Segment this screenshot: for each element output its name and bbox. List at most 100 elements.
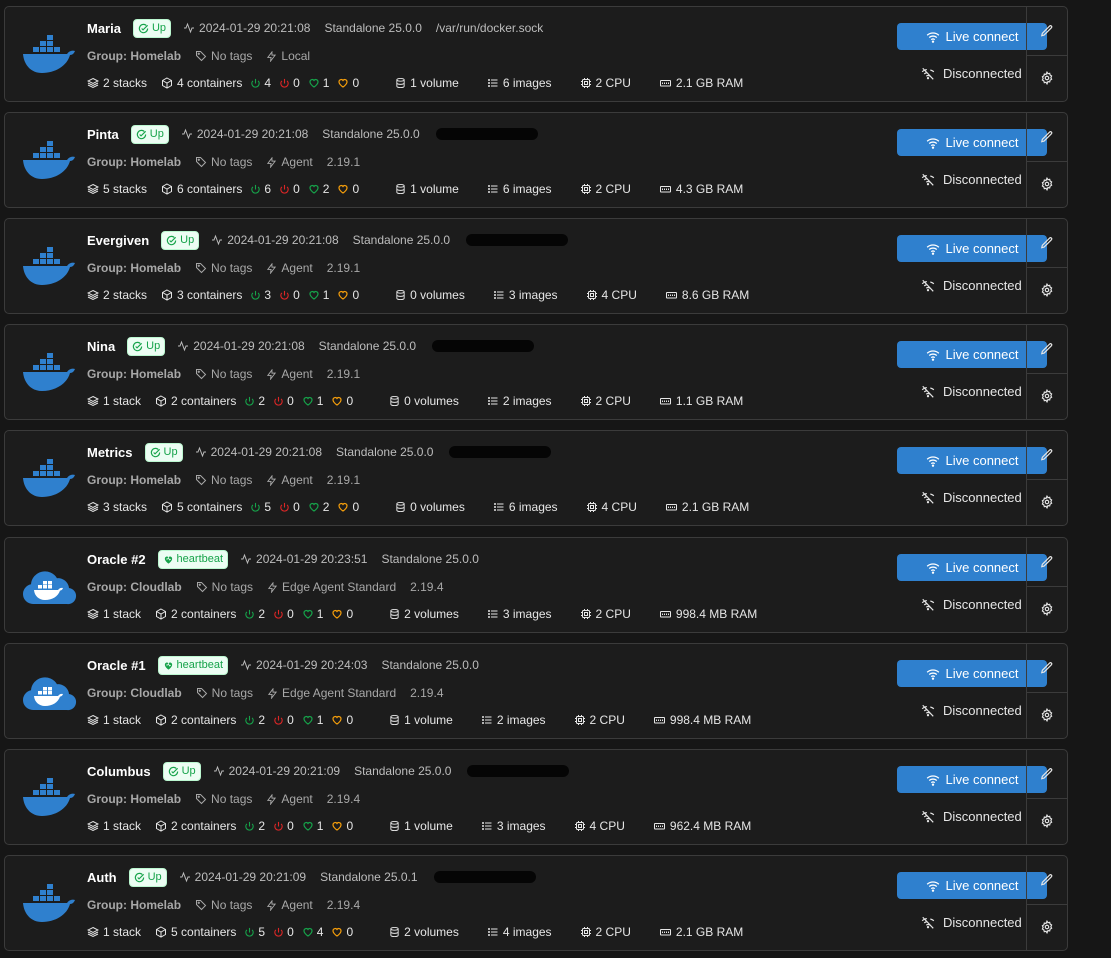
unhealthy-count: 0 [331,819,353,833]
gear-icon [1040,495,1054,509]
bolt-icon [266,156,277,168]
volumes-count: 0 volumes [395,288,465,302]
healthy-count: 2 [308,182,329,196]
activity-icon [183,22,195,34]
heartbeat-icon [163,660,174,671]
edit-button[interactable] [1027,431,1067,480]
heart-healthy-icon [302,714,314,726]
images-count: 2 images [481,713,546,727]
settings-button[interactable] [1027,267,1067,313]
cpu-count: 4 CPU [586,500,637,514]
tag-icon [195,262,207,274]
containers-count: 2 containers [155,607,236,621]
wifi-off-icon [921,810,935,823]
stopped-count: 0 [273,607,294,621]
edit-button[interactable] [1027,750,1067,799]
heart-unhealthy-icon [331,926,343,938]
settings-button[interactable] [1027,904,1067,950]
settings-button[interactable] [1027,161,1067,207]
healthy-count: 1 [302,713,323,727]
environment-type: Standalone 25.0.0 [354,764,452,778]
edit-button[interactable] [1027,325,1067,374]
connection-status: Disconnected [921,595,1022,613]
settings-button[interactable] [1027,373,1067,419]
environment-card[interactable]: Oracle #2 heartbeat 2024-01-29 20:23:51 … [4,537,1068,633]
environment-card[interactable]: Pinta Up 2024-01-29 20:21:08 Standalone … [4,112,1068,208]
live-connect-button[interactable]: Live connect [897,872,1047,899]
heart-healthy-icon [302,926,314,938]
card-actions [1026,325,1067,419]
list-icon [487,608,499,620]
environment-details: Group: Homelab No tags Agent 2.19.1 [87,259,374,277]
settings-button[interactable] [1027,586,1067,632]
environment-card[interactable]: Oracle #1 heartbeat 2024-01-29 20:24:03 … [4,643,1068,739]
live-connect-button[interactable]: Live connect [897,766,1047,793]
live-connect-button[interactable]: Live connect [897,129,1047,156]
volumes-count: 2 volumes [389,925,459,939]
agent-type: Agent [266,261,313,275]
power-off-icon [273,821,284,832]
activity-icon [240,553,252,565]
layers-icon [87,289,99,301]
environment-header: Columbus Up 2024-01-29 20:21:09 Standalo… [87,760,570,782]
environment-card[interactable]: Maria Up 2024-01-29 20:21:08 Standalone … [4,6,1068,102]
wifi-icon [926,137,940,149]
heart-unhealthy-icon [331,820,343,832]
box-icon [161,183,173,195]
agent-type: Local [266,49,310,63]
edit-button[interactable] [1027,219,1067,268]
edit-button[interactable] [1027,7,1067,56]
live-connect-button[interactable]: Live connect [897,447,1047,474]
running-count: 4 [250,76,271,90]
power-icon [244,396,255,407]
environment-group: Group: Homelab [87,155,182,169]
agent-version: 2.19.1 [326,473,361,487]
edit-button[interactable] [1027,113,1067,162]
live-connect-button[interactable]: Live connect [897,554,1047,581]
environment-tags: No tags [195,261,252,275]
live-connect-button[interactable]: Live connect [897,235,1047,262]
edit-button[interactable] [1027,538,1067,587]
live-connect-button[interactable]: Live connect [897,23,1047,50]
memory-icon [665,501,678,513]
memory-icon [659,926,672,938]
agent-type: Edge Agent Standard [267,686,396,700]
wifi-off-icon [921,916,935,929]
settings-button[interactable] [1027,55,1067,101]
redacted-url [449,446,552,458]
power-off-icon [273,609,284,620]
settings-button[interactable] [1027,798,1067,844]
environment-group: Group: Cloudlab [87,580,182,594]
wifi-icon [926,243,940,255]
agent-version: 2.19.4 [410,686,444,700]
environment-group: Group: Homelab [87,261,182,275]
edit-button[interactable] [1027,644,1067,693]
power-icon [244,609,255,620]
live-connect-button[interactable]: Live connect [897,660,1047,687]
database-icon [389,820,400,832]
volumes-count: 1 volume [389,713,453,727]
running-count: 2 [244,819,265,833]
environment-card[interactable]: Evergiven Up 2024-01-29 20:21:08 Standal… [4,218,1068,314]
database-icon [395,289,406,301]
edit-button[interactable] [1027,856,1067,905]
bolt-icon [266,368,277,380]
environment-card[interactable]: Metrics Up 2024-01-29 20:21:08 Standalon… [4,430,1068,526]
environment-card[interactable]: Columbus Up 2024-01-29 20:21:09 Standalo… [4,749,1068,845]
cpu-count: 2 CPU [580,394,631,408]
status-badge-up: Up [132,18,172,38]
stacks-count: 2 stacks [87,76,147,90]
pencil-icon [1040,236,1054,250]
tag-icon [196,687,208,699]
stopped-count: 0 [279,288,300,302]
containers-count: 5 containers [161,500,242,514]
environment-card[interactable]: Nina Up 2024-01-29 20:21:08 Standalone 2… [4,324,1068,420]
check-circle-icon [166,235,177,246]
cpu-icon [586,289,598,301]
settings-button[interactable] [1027,692,1067,738]
activity-icon [195,446,207,458]
settings-button[interactable] [1027,479,1067,525]
environment-card[interactable]: Auth Up 2024-01-29 20:21:09 Standalone 2… [4,855,1068,951]
live-connect-button[interactable]: Live connect [897,341,1047,368]
layers-icon [87,183,99,195]
